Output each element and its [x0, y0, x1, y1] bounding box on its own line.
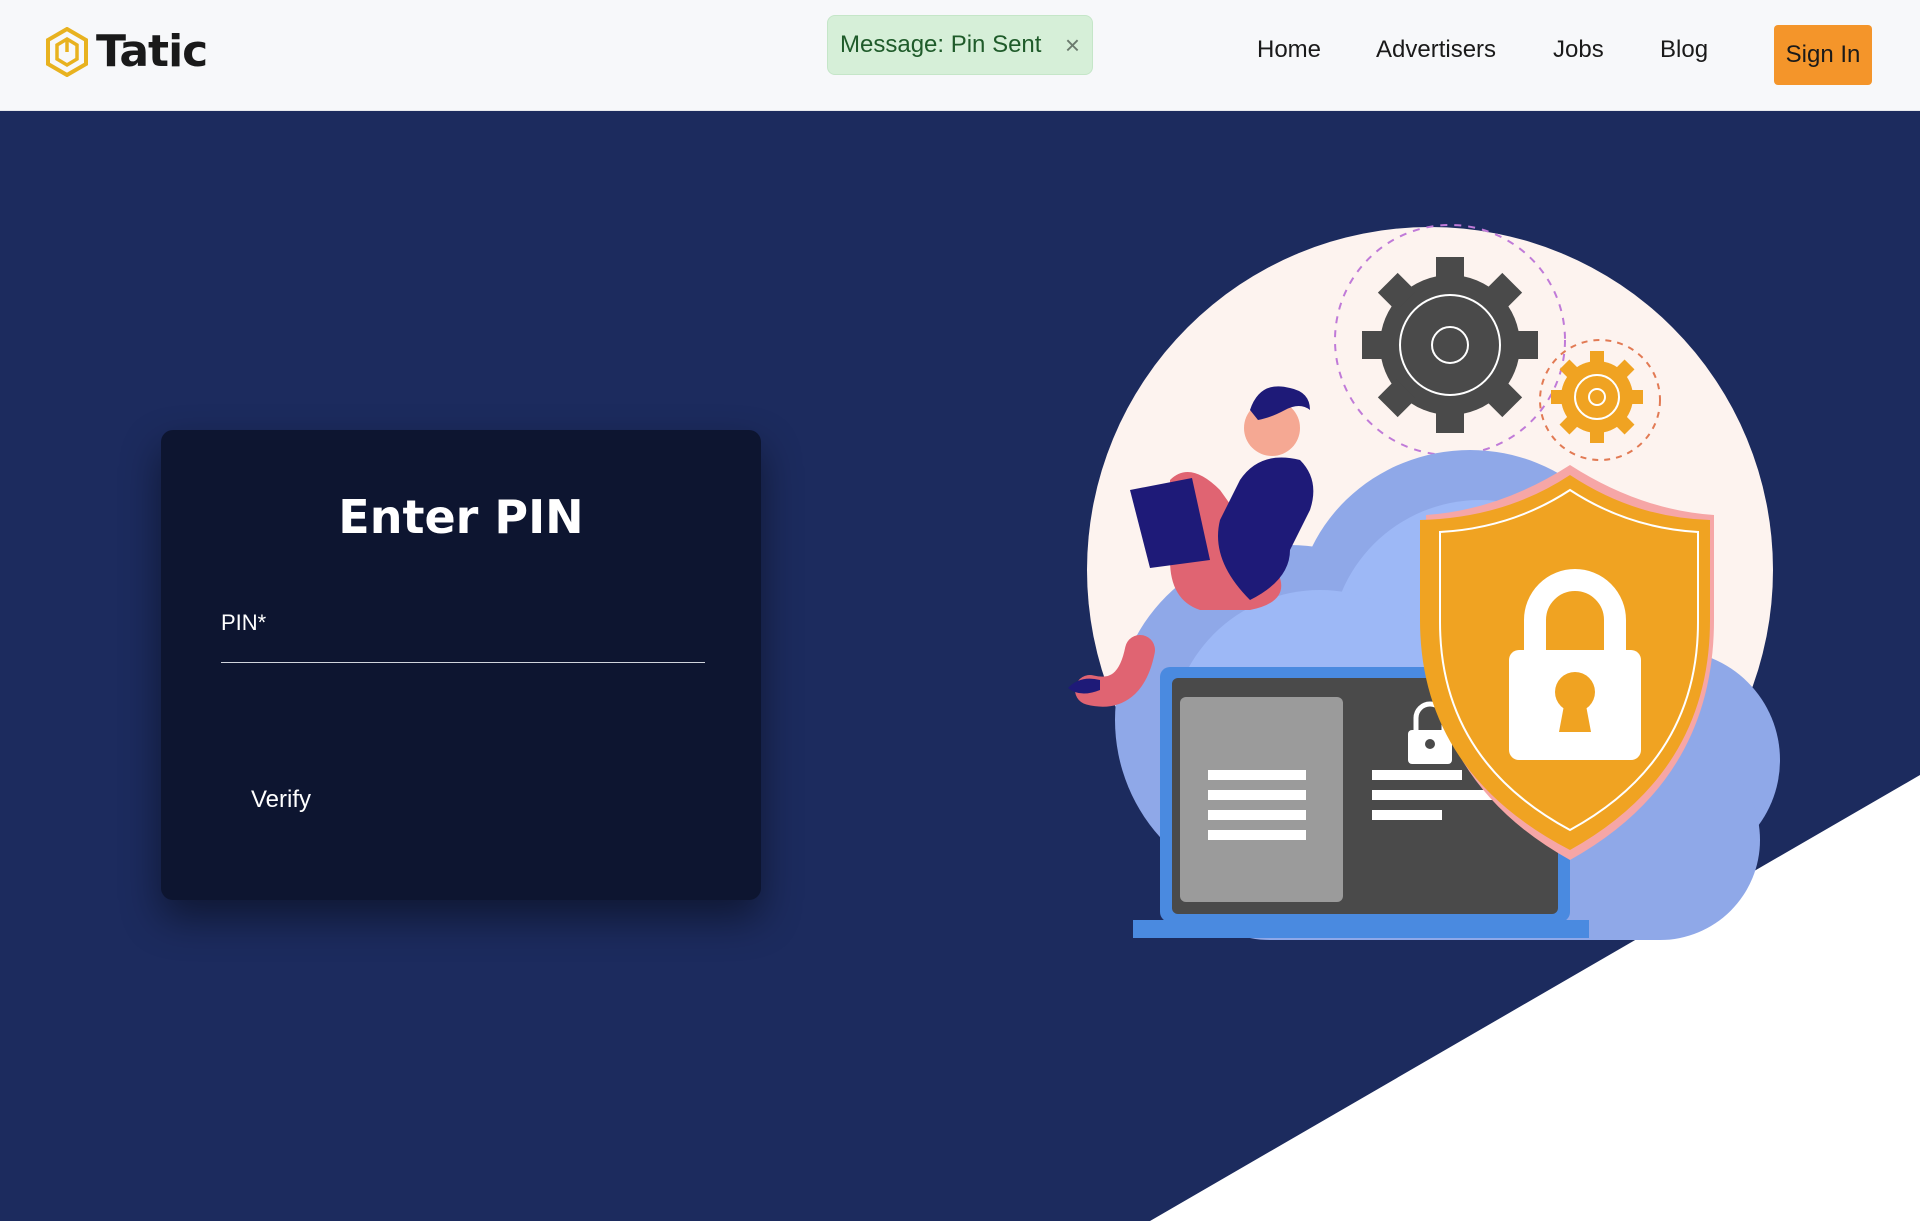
navbar: Tatic Message: Pin Sent × Home Advertise… [0, 0, 1920, 111]
nav-blog[interactable]: Blog [1660, 36, 1708, 64]
cloud-security-illustration [1068, 224, 1780, 940]
page-title: Enter PIN [338, 490, 584, 544]
verify-button[interactable]: Verify [221, 775, 341, 825]
toast-message: Message: Pin Sent × [827, 15, 1093, 75]
nav-jobs[interactable]: Jobs [1553, 36, 1604, 64]
toast-text: Message: Pin Sent [840, 31, 1042, 58]
brand[interactable]: Tatic [46, 26, 208, 77]
close-icon[interactable]: × [1065, 28, 1080, 62]
brand-name: Tatic [96, 26, 208, 77]
pin-input[interactable] [221, 600, 705, 663]
nav-home[interactable]: Home [1257, 36, 1321, 64]
nav-advertisers[interactable]: Advertisers [1376, 36, 1496, 64]
sign-in-button[interactable]: Sign In [1774, 25, 1872, 85]
hexagon-logo-icon [46, 26, 88, 77]
pin-card: Enter PIN PIN* Verify [161, 430, 761, 900]
